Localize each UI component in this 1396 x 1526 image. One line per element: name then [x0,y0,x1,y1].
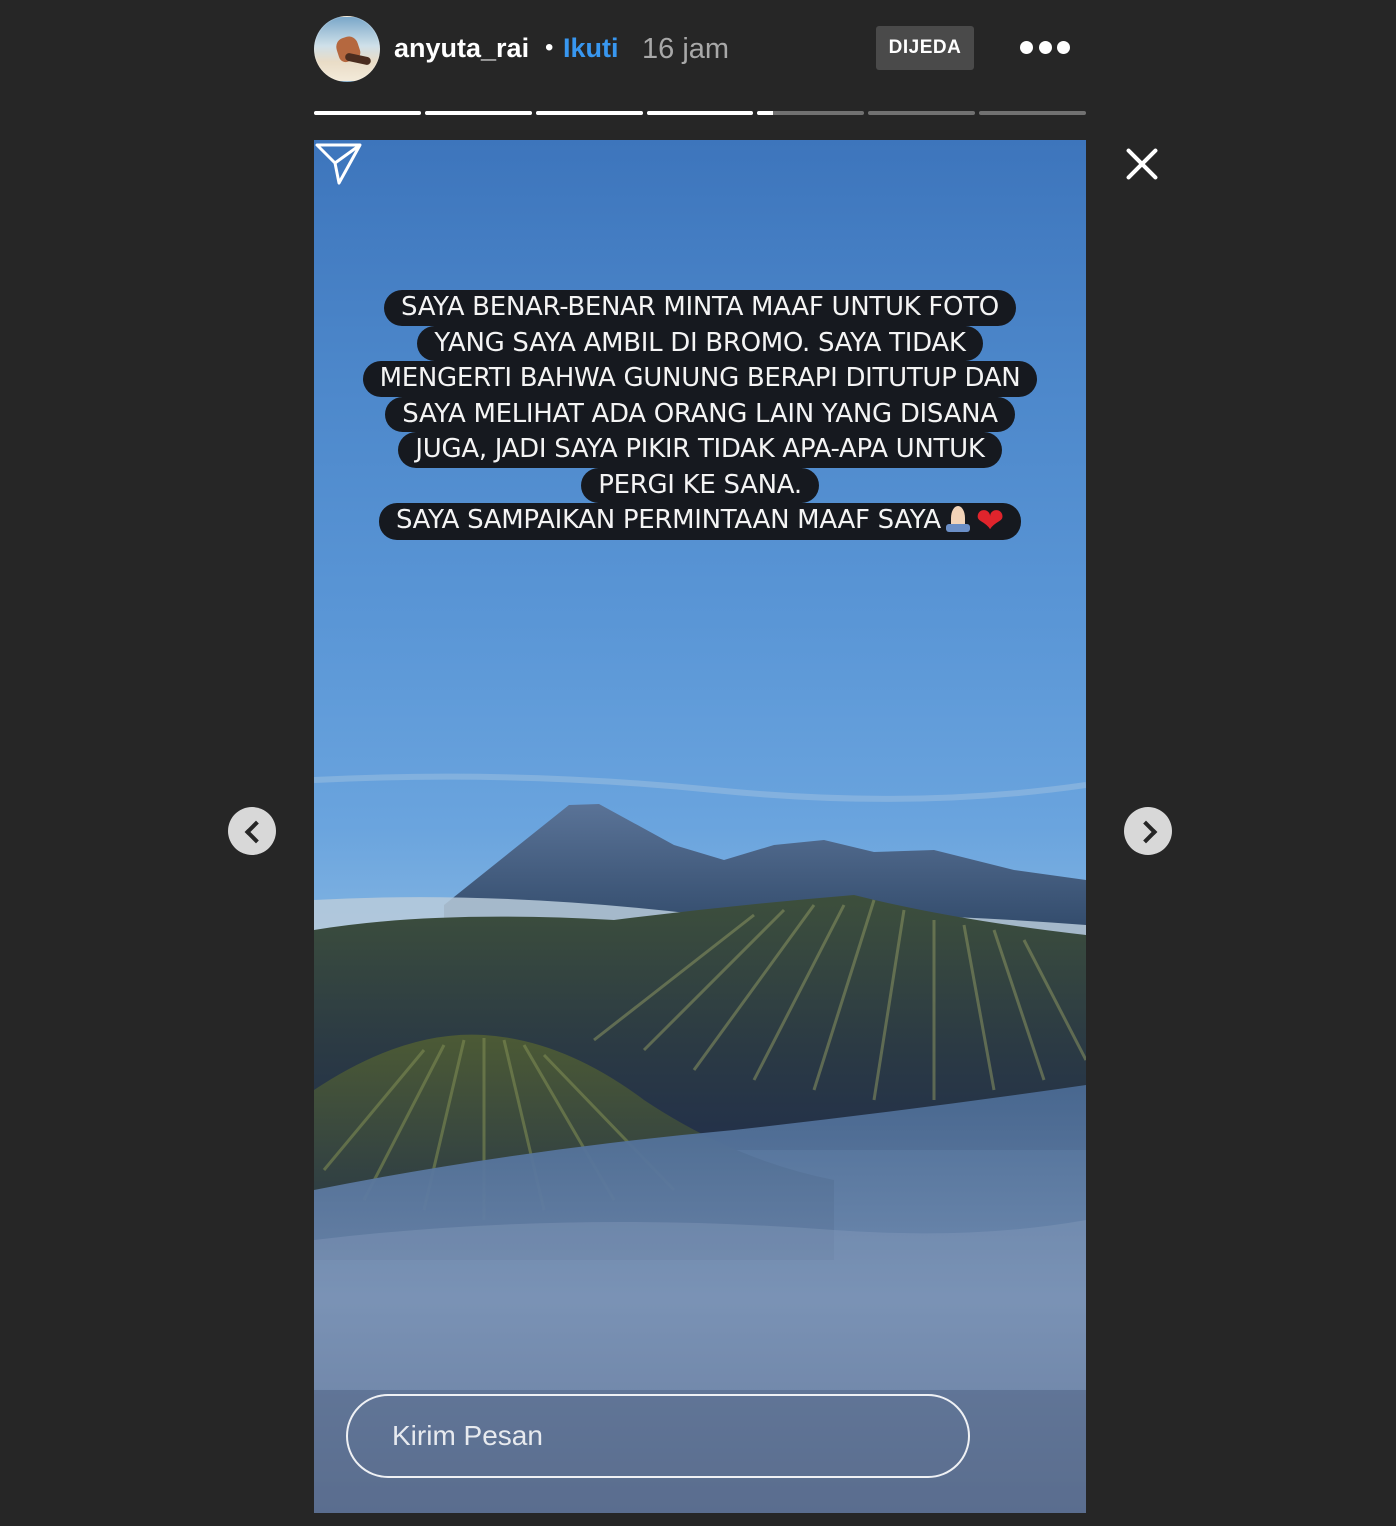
previous-story-button[interactable] [228,807,276,855]
caption-line: JUGA, JADI SAYA PIKIR TIDAK APA-APA UNTU… [398,432,1002,468]
caption-line: YANG SAYA AMBIL DI BROMO. SAYA TIDAK [417,325,983,361]
caption-line: SAYA MELIHAT ADA ORANG LAIN YANG DISANA [385,396,1015,432]
progress-segment-fill [314,111,421,115]
paused-badge[interactable]: DIJEDA [876,26,974,70]
more-options-icon[interactable] [1020,38,1070,56]
story-progress-bar [314,111,1087,115]
next-story-button[interactable] [1124,807,1172,855]
caption-line: PERGI KE SANA. [581,467,819,503]
progress-segment-fill [646,111,754,115]
progress-segment [646,111,754,115]
progress-segment-fill [757,111,774,115]
reply-placeholder: Kirim Pesan [392,1420,543,1451]
progress-segment-fill [424,111,532,115]
chevron-left-icon [244,820,268,844]
follow-button[interactable]: Ikuti [563,30,619,66]
progress-segment [979,111,1087,115]
folded-hands-emoji [943,504,973,534]
timestamp: 16 jam [642,33,730,65]
red-heart-emoji: ❤ [975,501,1005,541]
story-header: anyuta_rai • Ikuti 16 jam DIJEDA [314,14,1086,82]
story-caption: SAYA BENAR-BENAR MINTA MAAF UNTUK FOTO Y… [314,290,1086,541]
caption-line-last: SAYA SAMPAIKAN PERMINTAAN MAAF SAYA ❤ [378,501,1022,541]
progress-segment [314,111,421,115]
chevron-right-icon [1134,820,1158,844]
progress-segment [757,111,865,115]
story-media[interactable]: SAYA BENAR-BENAR MINTA MAAF UNTUK FOTO Y… [314,140,1086,1513]
caption-line: MENGERTI BAHWA GUNUNG BERAPI DITUTUP DAN [362,361,1038,397]
paper-plane-icon[interactable] [314,140,364,186]
progress-segment-fill [535,111,643,115]
reply-message-input[interactable]: Kirim Pesan [346,1394,970,1478]
avatar[interactable] [314,16,380,82]
progress-segment [535,111,643,115]
caption-line: SAYA BENAR-BENAR MINTA MAAF UNTUK FOTO [384,290,1016,326]
separator-dot: • [545,34,554,61]
close-icon[interactable] [1124,146,1160,182]
username[interactable]: anyuta_rai [394,30,529,66]
caption-line-text: SAYA SAMPAIKAN PERMINTAAN MAAF SAYA [395,505,941,535]
progress-segment [424,111,532,115]
progress-segment [868,111,976,115]
